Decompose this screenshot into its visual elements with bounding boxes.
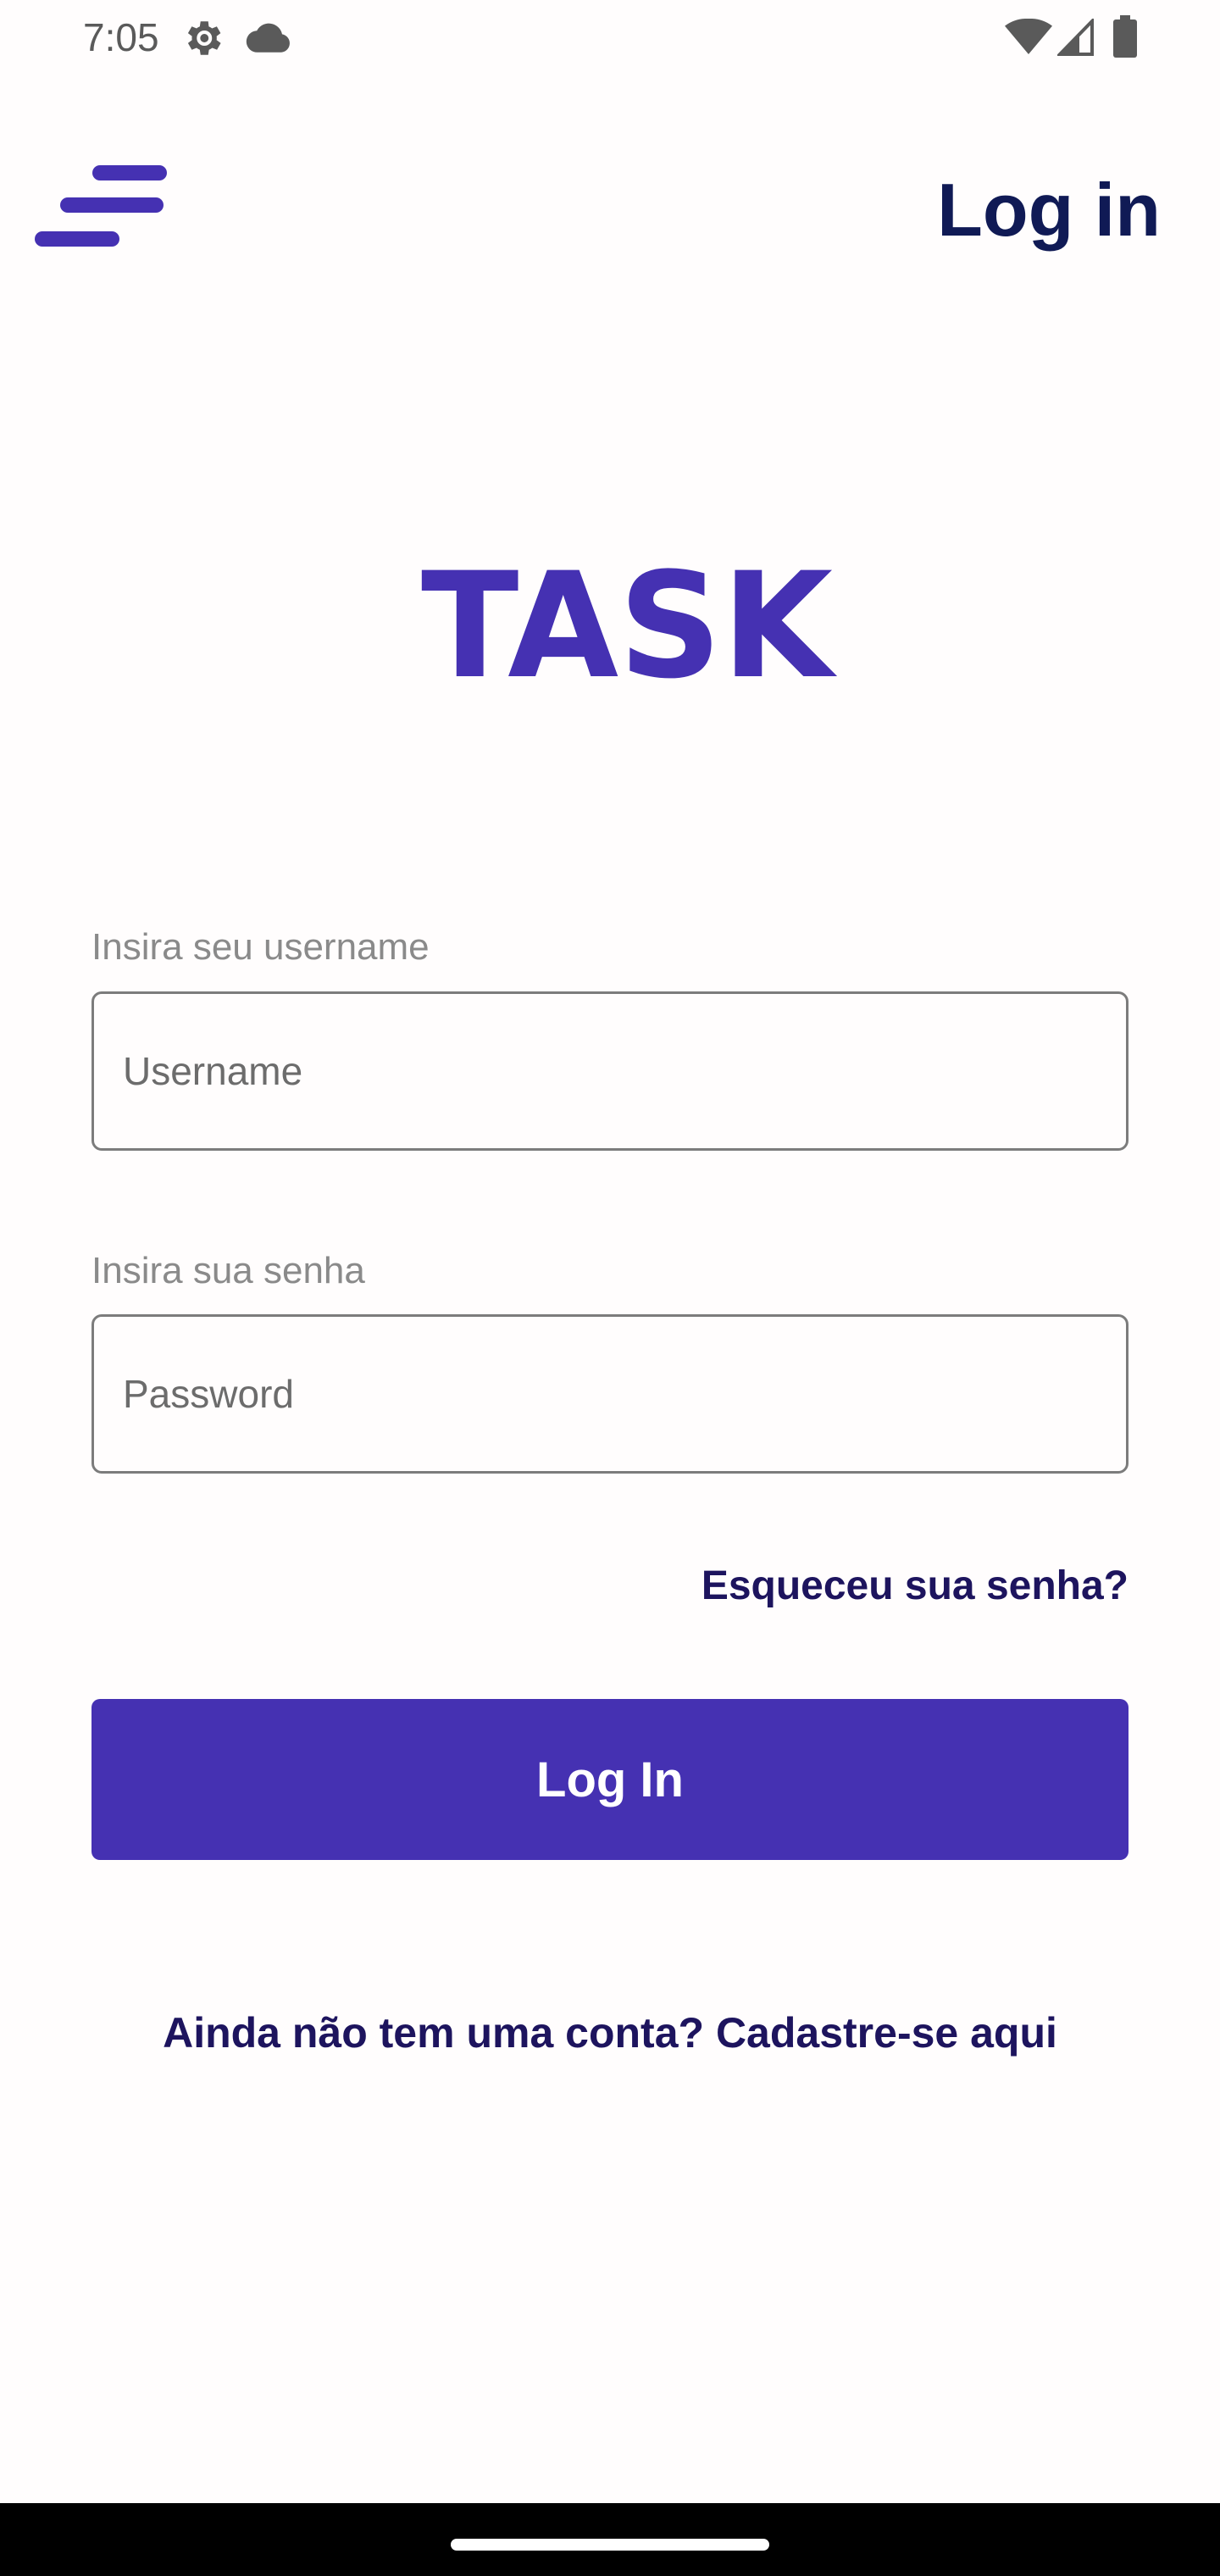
status-time: 7:05 <box>83 15 159 59</box>
wifi-icon <box>1005 19 1052 54</box>
username-input[interactable] <box>92 991 1128 1151</box>
status-bar: 7:05 <box>0 0 1220 75</box>
gear-icon <box>187 21 221 55</box>
battery-icon <box>1113 15 1137 58</box>
signup-link[interactable]: Ainda não tem uma conta? Cadastre-se aqu… <box>0 2007 1220 2059</box>
menu-icon <box>35 165 167 247</box>
username-label: Insira seu username <box>92 926 430 968</box>
cloud-icon <box>246 23 290 53</box>
password-input[interactable] <box>92 1314 1128 1474</box>
navigation-bar <box>0 2503 1220 2576</box>
home-indicator[interactable] <box>451 2539 769 2551</box>
login-button[interactable]: Log In <box>92 1699 1128 1860</box>
forgot-password-link[interactable]: Esqueceu sua senha? <box>702 1561 1128 1612</box>
signal-icon <box>1057 19 1094 56</box>
app-logo: TASK <box>421 564 838 683</box>
page-title: Log in <box>937 168 1161 252</box>
password-label: Insira sua senha <box>92 1250 365 1291</box>
logo-text: TASK <box>421 564 838 683</box>
menu-button[interactable] <box>34 161 171 259</box>
